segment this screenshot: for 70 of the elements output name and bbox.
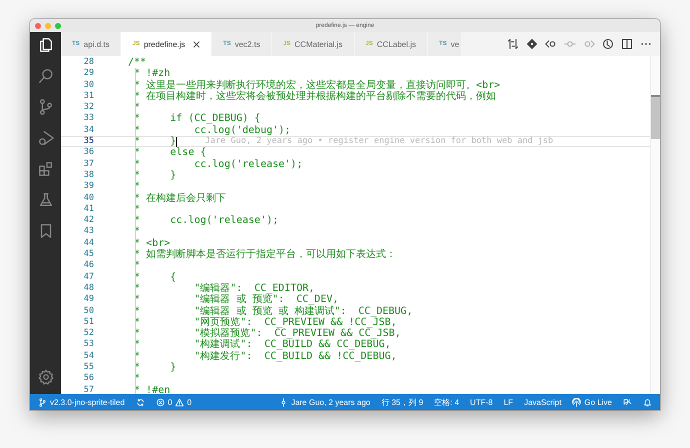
line-number: 31 xyxy=(82,90,94,102)
line-number: 44 xyxy=(82,238,94,250)
line-number: 28 xyxy=(82,57,94,68)
line-number: 50 xyxy=(82,306,94,317)
split-editor-icon[interactable] xyxy=(621,38,633,50)
history-icon[interactable] xyxy=(602,38,614,50)
scrollbar-thumb[interactable] xyxy=(651,95,660,139)
settings-icon[interactable] xyxy=(36,368,54,386)
tab-label: vec2.ts xyxy=(234,40,260,48)
code-line: /** xyxy=(128,57,146,68)
line-number: 51 xyxy=(82,316,94,328)
error-icon xyxy=(156,398,165,406)
text-cursor xyxy=(176,136,178,147)
line-number: 52 xyxy=(82,328,94,340)
tab-label: api.d.ts xyxy=(84,40,110,48)
status-text[interactable]: LF xyxy=(504,398,514,406)
commit-icon xyxy=(279,398,288,406)
warning-icon xyxy=(175,398,184,406)
status-text[interactable]: 空格: 4 xyxy=(434,396,460,408)
broadcast-icon xyxy=(572,398,582,406)
status-label: 0 xyxy=(187,398,192,406)
line-number: 55 xyxy=(82,362,94,374)
scrollbar[interactable] xyxy=(650,56,660,394)
line-number: 54 xyxy=(82,350,94,362)
line-number: 41 xyxy=(82,204,94,216)
line-number: 45 xyxy=(82,249,94,260)
line-number: 47 xyxy=(82,272,94,283)
line-number: 43 xyxy=(82,226,94,238)
status-item[interactable]: Go Live xyxy=(572,398,612,406)
line-number: 33 xyxy=(82,113,94,125)
line-number: 53 xyxy=(82,339,94,351)
line-number: 30 xyxy=(82,80,94,91)
tab-label: CCLabel.js xyxy=(376,40,416,48)
line-number: 36 xyxy=(82,147,94,159)
tab-label: ve xyxy=(450,40,460,48)
close-icon[interactable] xyxy=(193,40,200,48)
line-number: 48 xyxy=(82,282,94,294)
branch-icon xyxy=(38,398,47,406)
line-number: 46 xyxy=(82,260,94,272)
sync-icon[interactable] xyxy=(136,398,145,406)
status-item[interactable]: 0 xyxy=(175,398,192,406)
status-label: Go Live xyxy=(584,398,612,406)
line-number: 32 xyxy=(82,102,94,114)
line-number: 49 xyxy=(82,294,94,306)
tab-label: CCMaterial.js xyxy=(294,40,343,48)
status-text[interactable]: UTF-8 xyxy=(470,398,493,406)
blame-annotation: Jare Guo, 2 years ago • register engine version for both web and jsb xyxy=(205,136,554,147)
line-number: 39 xyxy=(82,181,94,193)
search-icon[interactable] xyxy=(36,67,54,85)
line-number: 34 xyxy=(82,124,94,136)
extensions-icon[interactable] xyxy=(36,160,54,178)
status-text[interactable]: 行 35，列 9 xyxy=(381,396,424,408)
diamond-icon[interactable] xyxy=(526,38,538,50)
line-number: 40 xyxy=(82,192,94,204)
line-number: 29 xyxy=(82,68,94,80)
run-debug-icon[interactable] xyxy=(36,129,54,147)
bell-icon[interactable] xyxy=(643,398,652,406)
line-number: 57 xyxy=(82,384,94,396)
status-label: 0 xyxy=(168,398,172,406)
previous-change-icon[interactable] xyxy=(545,38,557,50)
line-number: 37 xyxy=(82,158,94,170)
line-number: 42 xyxy=(82,215,94,226)
status-item[interactable]: 0 xyxy=(156,398,172,406)
line-number: 56 xyxy=(82,373,94,385)
line-number: 35 xyxy=(82,136,94,148)
status-text[interactable]: JavaScript xyxy=(524,398,562,406)
compare-icon[interactable] xyxy=(507,38,519,50)
close-window-button[interactable] xyxy=(35,22,41,28)
line-number: 38 xyxy=(82,170,94,182)
tab-label: predefine.js xyxy=(144,40,186,48)
